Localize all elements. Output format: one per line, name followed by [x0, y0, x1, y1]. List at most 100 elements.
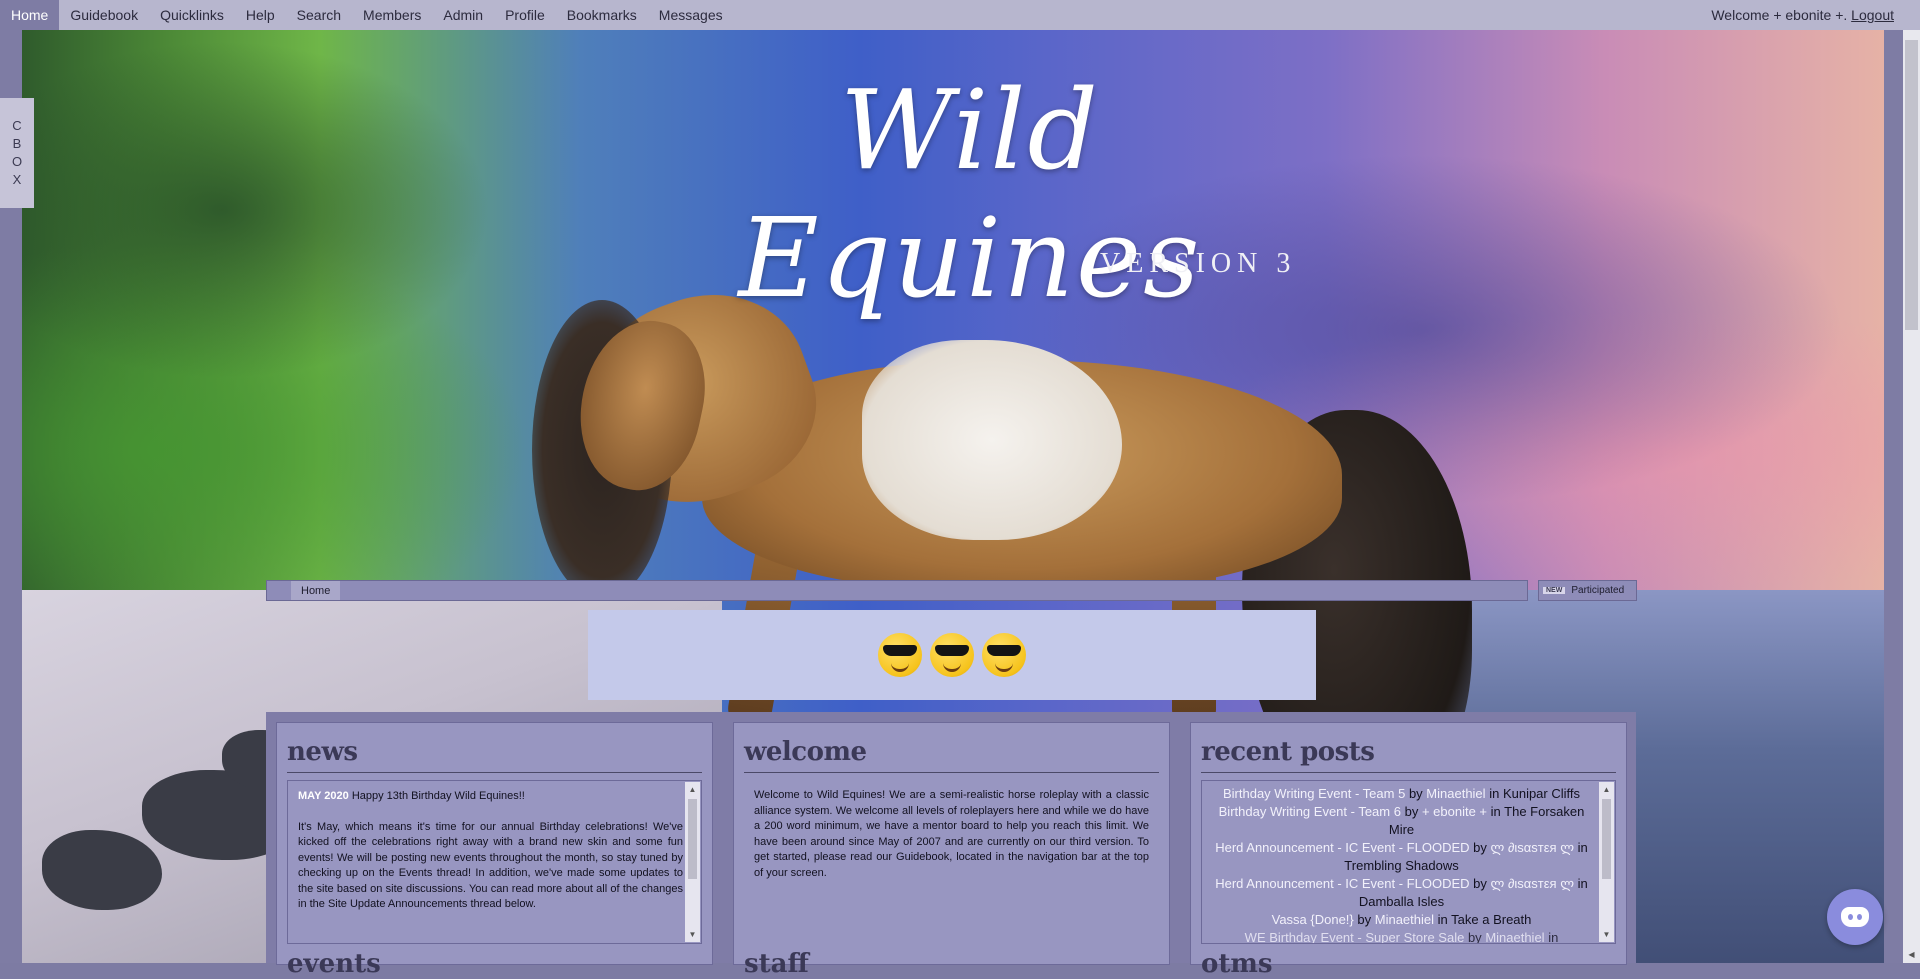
nav-item-messages[interactable]: Messages: [648, 0, 734, 30]
recent-posts-box[interactable]: Birthday Writing Event - Team 5 by Minae…: [1201, 780, 1616, 944]
post-topic-link[interactable]: Herd Announcement - IC Event - FLOODED: [1215, 840, 1469, 855]
news-scrollbar[interactable]: ▲ ▼: [685, 782, 700, 942]
nav-menu: Home Guidebook Quicklinks Help Search Me…: [0, 0, 734, 30]
scroll-thumb[interactable]: [1602, 799, 1611, 879]
sunglasses-emoji-icon: [982, 633, 1026, 677]
post-by: by: [1404, 804, 1419, 819]
scroll-down-icon[interactable]: ▼: [685, 927, 700, 942]
post-in: in: [1437, 912, 1448, 927]
discord-icon: [1841, 907, 1869, 927]
breadcrumb-home[interactable]: Home: [291, 581, 341, 600]
recent-post: Birthday Writing Event - Team 5 by Minae…: [1206, 785, 1597, 803]
post-author-link[interactable]: ლ ∂ιsαsтεя ლ: [1491, 840, 1575, 855]
welcome-heading: welcome: [744, 737, 867, 767]
post-in: in: [1489, 786, 1500, 801]
scroll-up-icon[interactable]: ▲: [685, 782, 700, 797]
divider: [1201, 772, 1616, 773]
site-logo: Wild Equines: [738, 66, 1202, 322]
cbox-letter: X: [12, 172, 22, 187]
nav-item-bookmarks[interactable]: Bookmarks: [556, 0, 648, 30]
post-in: in: [1548, 930, 1559, 944]
cbox-letter: O: [11, 154, 23, 169]
participated-button[interactable]: NEW Participated: [1538, 580, 1637, 601]
post-in: in: [1577, 876, 1588, 891]
post-topic-link[interactable]: Vassa {Done!}: [1272, 912, 1354, 927]
scroll-down-icon[interactable]: ▼: [1599, 927, 1614, 942]
breadcrumb: Home: [266, 580, 1528, 601]
page-scroll-thumb[interactable]: [1905, 40, 1918, 330]
nav-item-home[interactable]: Home: [0, 0, 60, 30]
recent-post: WE Birthday Event - Super Store Sale by …: [1206, 929, 1597, 944]
post-board: Damballa Isles: [1358, 894, 1445, 909]
nav-item-admin[interactable]: Admin: [432, 0, 494, 30]
emoji-banner: [588, 610, 1316, 700]
page-scrollbar[interactable]: ◀: [1903, 30, 1920, 963]
welcome-box: Welcome to Wild Equines! We are a semi-r…: [744, 780, 1159, 942]
site-logo-subtitle: VERSION 3: [1100, 248, 1297, 279]
sunglasses-emoji-icon: [878, 633, 922, 677]
new-badge: NEW: [1543, 587, 1566, 594]
divider: [744, 772, 1159, 773]
main-content: news MAY 2020 Happy 13th Birthday Wild E…: [266, 712, 1636, 979]
nav-item-guidebook[interactable]: Guidebook: [59, 0, 149, 30]
post-topic-link[interactable]: WE Birthday Event - Super Store Sale: [1245, 930, 1465, 943]
nav-item-help[interactable]: Help: [235, 0, 286, 30]
logout-link[interactable]: Logout: [1851, 7, 1894, 23]
post-by: by: [1473, 876, 1487, 891]
post-by: by: [1357, 912, 1372, 927]
cbox-letter: C: [12, 118, 22, 133]
post-author-link[interactable]: Minaethiel: [1375, 912, 1434, 927]
staff-heading: staff: [744, 949, 809, 979]
scroll-up-icon[interactable]: ▲: [1599, 782, 1614, 797]
recent-post: Vassa {Done!} by Minaethiel in Take a Br…: [1206, 911, 1597, 929]
news-headline: Happy 13th Birthday Wild Equines!!: [351, 790, 525, 802]
post-topic-link[interactable]: Herd Announcement - IC Event - FLOODED: [1215, 876, 1469, 891]
sunglasses-emoji-icon: [930, 633, 974, 677]
nav-item-members[interactable]: Members: [352, 0, 432, 30]
recent-post: Birthday Writing Event - Team 6 by + ebo…: [1206, 803, 1597, 839]
post-by: by: [1408, 786, 1423, 801]
right-margin: [1884, 30, 1903, 963]
nav-item-quicklinks[interactable]: Quicklinks: [149, 0, 235, 30]
top-nav-bar: Home Guidebook Quicklinks Help Search Me…: [0, 0, 1920, 30]
recent-posts-scrollbar[interactable]: ▲ ▼: [1599, 782, 1614, 942]
welcome-panel: welcome Welcome to Wild Equines! We are …: [733, 722, 1170, 979]
post-board: The Forsaken Mire: [1388, 804, 1585, 837]
post-author-link[interactable]: Minaethiel: [1485, 930, 1544, 943]
post-board: Kunipar Cliffs: [1502, 786, 1581, 801]
nav-item-search[interactable]: Search: [286, 0, 352, 30]
discord-button[interactable]: [1827, 889, 1883, 945]
otms-heading: otms: [1201, 949, 1273, 979]
user-welcome: Welcome + ebonite +. Logout: [1711, 7, 1920, 23]
post-by: by: [1467, 930, 1482, 944]
recent-post: Herd Announcement - IC Event - FLOODED b…: [1206, 875, 1597, 911]
news-date: MAY 2020: [298, 790, 349, 802]
post-author-link[interactable]: ლ ∂ιsαsтεя ლ: [1491, 876, 1575, 891]
participated-label: Participated: [1571, 585, 1625, 596]
post-author-link[interactable]: Minaethiel: [1426, 786, 1485, 801]
recent-post: Herd Announcement - IC Event - FLOODED b…: [1206, 839, 1597, 875]
post-in: in: [1577, 840, 1588, 855]
news-box[interactable]: MAY 2020 Happy 13th Birthday Wild Equine…: [287, 780, 702, 944]
post-in: in: [1490, 804, 1501, 819]
cbox-letter: B: [12, 136, 22, 151]
post-board: Trembling Shadows: [1344, 858, 1459, 873]
news-heading: news: [287, 737, 358, 767]
news-body: It's May, which means it's time for our …: [298, 820, 683, 911]
welcome-body: Welcome to Wild Equines! We are a semi-r…: [754, 789, 1149, 879]
recent-posts-heading: recent posts: [1201, 737, 1375, 767]
post-board: Take a Breath: [1451, 912, 1532, 927]
scroll-thumb[interactable]: [688, 799, 697, 879]
post-topic-link[interactable]: Birthday Writing Event - Team 6: [1219, 804, 1401, 819]
post-by: by: [1473, 840, 1487, 855]
divider: [287, 772, 702, 773]
post-author-link[interactable]: + ebonite +: [1422, 804, 1487, 819]
events-heading: events: [287, 949, 381, 979]
welcome-text: Welcome + ebonite +.: [1711, 7, 1848, 23]
cbox-tab[interactable]: C B O X: [0, 98, 34, 208]
post-topic-link[interactable]: Birthday Writing Event - Team 5: [1223, 786, 1405, 801]
news-panel: news MAY 2020 Happy 13th Birthday Wild E…: [276, 722, 713, 979]
recent-posts-panel: recent posts Birthday Writing Event - Te…: [1190, 722, 1627, 979]
nav-item-profile[interactable]: Profile: [494, 0, 556, 30]
scroll-down-icon[interactable]: ◀: [1903, 946, 1920, 963]
